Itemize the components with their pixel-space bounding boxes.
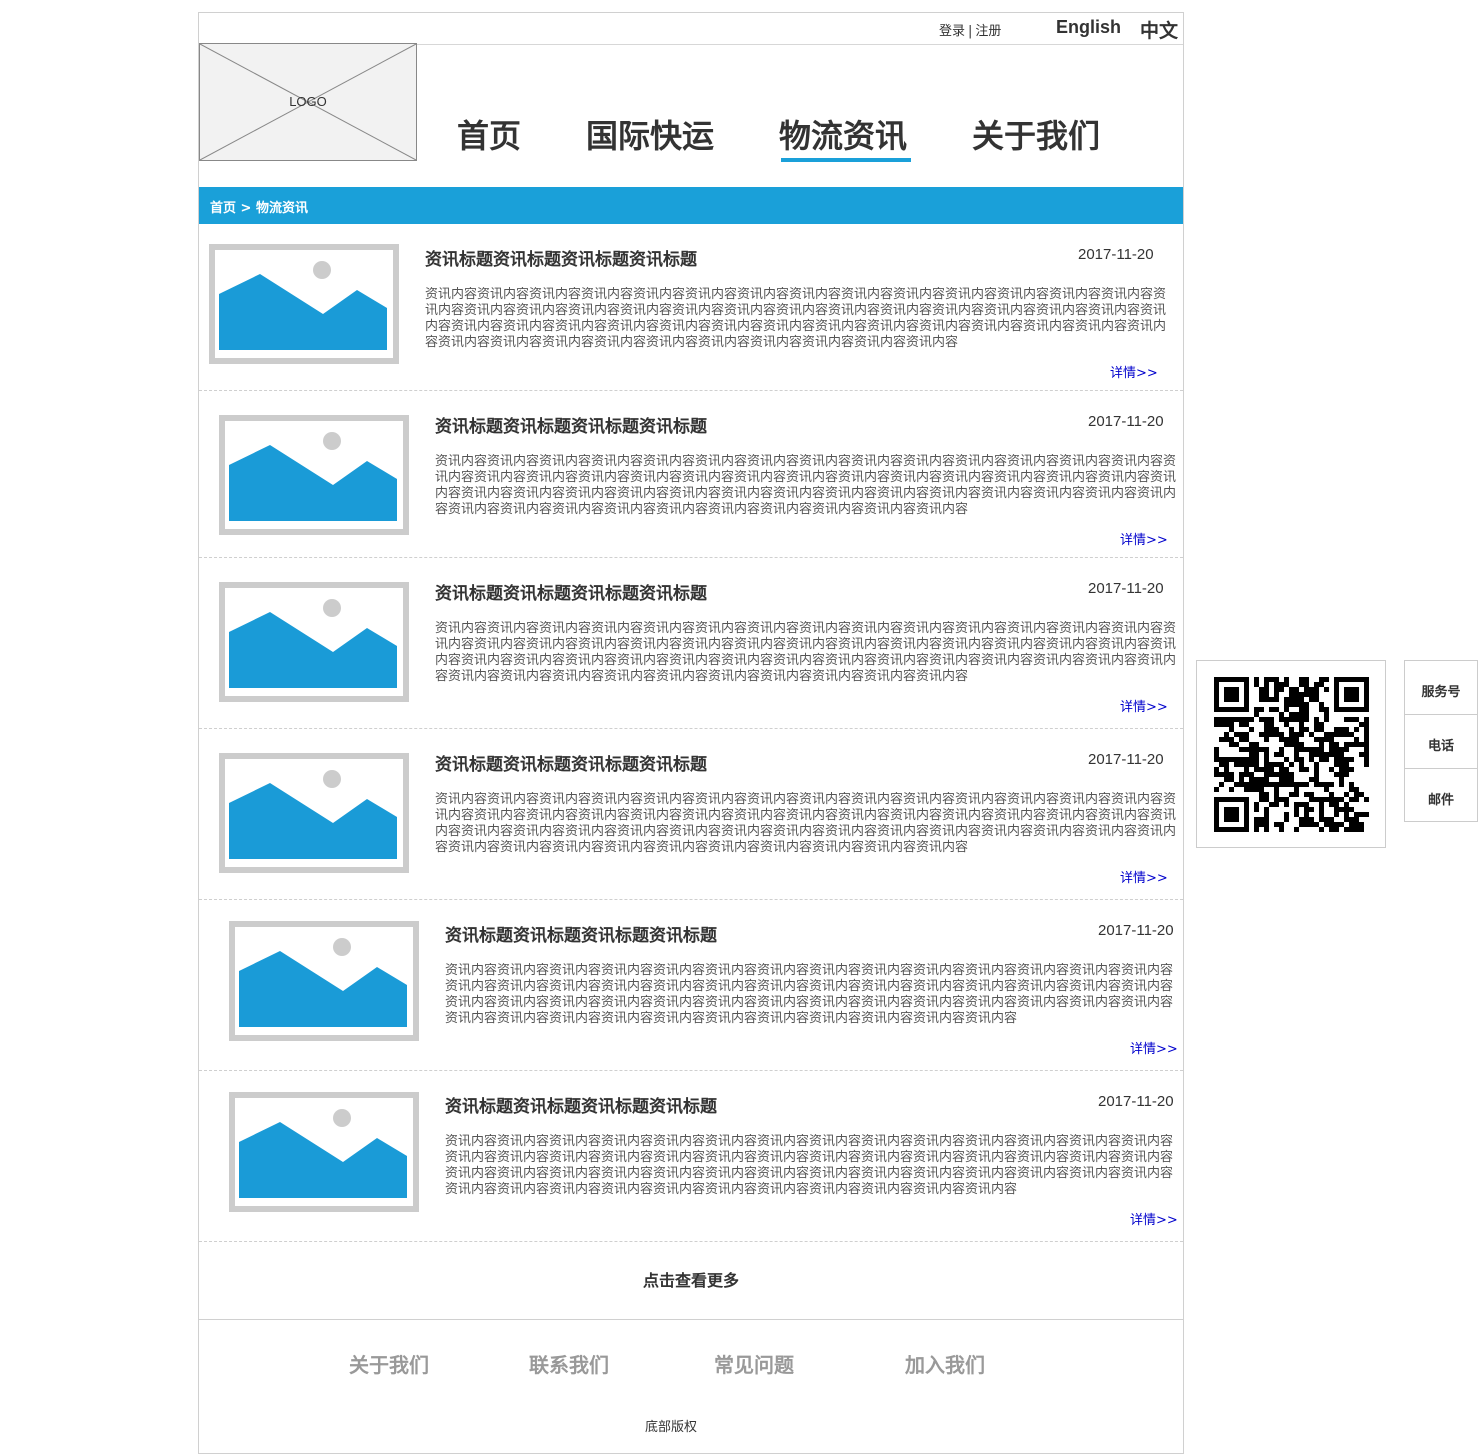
auth-separator: | — [968, 24, 973, 39]
load-more-bar: 点击查看更多 — [199, 1239, 1183, 1320]
news-item: 资讯标题资讯标题资讯标题资讯标题 2017-11-20 资讯内容资讯内容资讯内容资讯… — [199, 1071, 1183, 1242]
news-content: 资讯内容资讯内容资讯内容资讯内容资讯内容资讯内容资讯内容资讯内容资讯内容资讯内容… — [445, 1134, 1174, 1197]
news-thumbnail[interactable] — [219, 753, 409, 873]
image-placeholder-icon — [219, 261, 387, 350]
footer-link-contact[interactable]: 联系我们 — [529, 1349, 609, 1378]
news-date: 2017-11-20 — [1088, 751, 1164, 768]
side-item-service-account[interactable]: 服务号 — [1405, 661, 1477, 715]
nav-active-indicator — [781, 158, 911, 162]
news-title[interactable]: 资讯标题资讯标题资讯标题资讯标题 — [435, 579, 707, 604]
image-placeholder-icon — [229, 599, 397, 688]
auth-links: 登录 | 注册 — [939, 20, 1001, 39]
qr-code-panel — [1196, 660, 1386, 848]
nav-international-express[interactable]: 国际快运 — [586, 111, 714, 157]
news-content: 资讯内容资讯内容资讯内容资讯内容资讯内容资讯内容资讯内容资讯内容资讯内容资讯内容… — [435, 792, 1177, 855]
side-item-phone[interactable]: 电话 — [1405, 715, 1477, 769]
footer-link-join[interactable]: 加入我们 — [905, 1349, 985, 1378]
footer-link-faq[interactable]: 常见问题 — [714, 1349, 794, 1378]
side-item-email[interactable]: 邮件 — [1405, 769, 1477, 823]
news-date: 2017-11-20 — [1098, 1093, 1174, 1110]
image-placeholder-icon — [239, 1109, 407, 1198]
news-content: 资讯内容资讯内容资讯内容资讯内容资讯内容资讯内容资讯内容资讯内容资讯内容资讯内容… — [435, 454, 1177, 517]
news-content: 资讯内容资讯内容资讯内容资讯内容资讯内容资讯内容资讯内容资讯内容资讯内容资讯内容… — [425, 287, 1167, 350]
news-item: 资讯标题资讯标题资讯标题资讯标题 2017-11-20 资讯内容资讯内容资讯内容资讯… — [199, 391, 1183, 558]
news-detail-link[interactable]: 详情>> — [1110, 362, 1158, 381]
news-detail-link[interactable]: 详情>> — [1120, 529, 1168, 548]
news-thumbnail[interactable] — [219, 415, 409, 535]
image-placeholder-icon — [229, 432, 397, 521]
news-item: 资讯标题资讯标题资讯标题资讯标题 2017-11-20 资讯内容资讯内容资讯内容资讯… — [199, 224, 1183, 391]
breadcrumb: 首页 > 物流资讯 — [199, 187, 1183, 224]
news-item: 资讯标题资讯标题资讯标题资讯标题 2017-11-20 资讯内容资讯内容资讯内容资讯… — [199, 558, 1183, 729]
news-detail-link[interactable]: 详情>> — [1120, 696, 1168, 715]
news-detail-link[interactable]: 详情>> — [1130, 1209, 1178, 1228]
news-date: 2017-11-20 — [1088, 580, 1164, 597]
news-content: 资讯内容资讯内容资讯内容资讯内容资讯内容资讯内容资讯内容资讯内容资讯内容资讯内容… — [435, 621, 1177, 684]
nav-about-us[interactable]: 关于我们 — [972, 111, 1100, 157]
logo-text: LOGO — [289, 94, 327, 109]
news-thumbnail[interactable] — [229, 1092, 419, 1212]
news-title[interactable]: 资讯标题资讯标题资讯标题资讯标题 — [445, 921, 717, 946]
top-bar: 登录 | 注册 English 中文 — [199, 13, 1183, 45]
register-link[interactable]: 注册 — [975, 24, 1001, 39]
footer-link-about[interactable]: 关于我们 — [349, 1349, 429, 1378]
news-thumbnail[interactable] — [229, 921, 419, 1041]
side-item-label: 邮件 — [1427, 793, 1454, 808]
news-item: 资讯标题资讯标题资讯标题资讯标题 2017-11-20 资讯内容资讯内容资讯内容资讯… — [199, 729, 1183, 900]
load-more-button[interactable]: 点击查看更多 — [199, 1267, 1183, 1291]
lang-chinese-link[interactable]: 中文 — [1140, 16, 1178, 43]
news-detail-link[interactable]: 详情>> — [1120, 867, 1168, 886]
news-thumbnail[interactable] — [209, 244, 399, 364]
login-link[interactable]: 登录 — [939, 24, 965, 39]
page-frame: 登录 | 注册 English 中文 LOGO 首页 国际快运 物流资讯 关于我们 … — [198, 12, 1184, 1454]
news-title[interactable]: 资讯标题资讯标题资讯标题资讯标题 — [445, 1092, 717, 1117]
news-date: 2017-11-20 — [1098, 922, 1174, 939]
footer-copyright: 底部版权 — [644, 1420, 697, 1435]
news-title[interactable]: 资讯标题资讯标题资讯标题资讯标题 — [435, 750, 707, 775]
side-item-label: 电话 — [1427, 739, 1454, 754]
breadcrumb-text[interactable]: 首页 > 物流资讯 — [210, 197, 308, 216]
qr-code-icon — [1214, 677, 1369, 832]
news-title[interactable]: 资讯标题资讯标题资讯标题资讯标题 — [425, 245, 697, 270]
lang-english-link[interactable]: English — [1056, 17, 1121, 38]
news-title[interactable]: 资讯标题资讯标题资讯标题资讯标题 — [435, 412, 707, 437]
nav-home[interactable]: 首页 — [457, 111, 521, 157]
news-content: 资讯内容资讯内容资讯内容资讯内容资讯内容资讯内容资讯内容资讯内容资讯内容资讯内容… — [445, 963, 1174, 1026]
news-date: 2017-11-20 — [1078, 246, 1154, 263]
side-contact-menu: 服务号 电话 邮件 — [1404, 660, 1478, 822]
image-placeholder-icon — [229, 770, 397, 859]
news-item: 资讯标题资讯标题资讯标题资讯标题 2017-11-20 资讯内容资讯内容资讯内容资讯… — [199, 900, 1183, 1071]
nav-logistics-news[interactable]: 物流资讯 — [779, 111, 907, 157]
news-detail-link[interactable]: 详情>> — [1130, 1038, 1178, 1057]
news-thumbnail[interactable] — [219, 582, 409, 702]
news-date: 2017-11-20 — [1088, 413, 1164, 430]
side-item-label: 服务号 — [1421, 685, 1461, 700]
logo[interactable]: LOGO — [199, 43, 417, 161]
image-placeholder-icon — [239, 938, 407, 1027]
